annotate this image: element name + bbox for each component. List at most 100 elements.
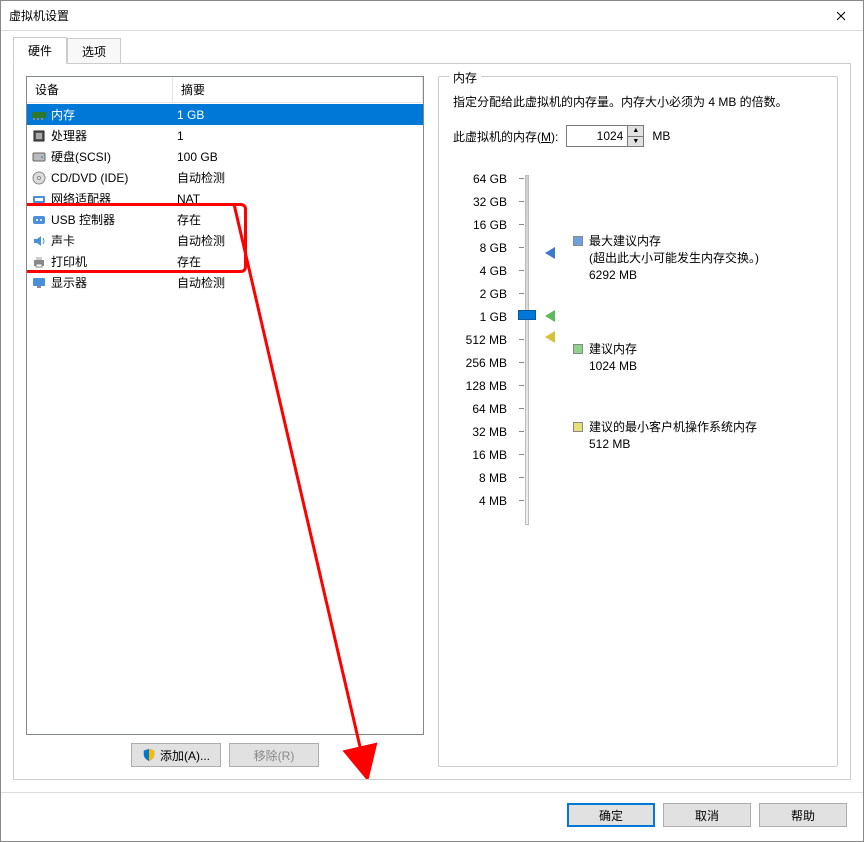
device-summary: 1	[173, 129, 423, 143]
ok-button[interactable]: 确定	[567, 803, 655, 827]
col-header-device[interactable]: 设备	[27, 77, 173, 103]
device-name: CD/DVD (IDE)	[51, 171, 128, 185]
device-summary: 1 GB	[173, 108, 423, 122]
device-row-memory[interactable]: 内存 1 GB	[27, 104, 423, 125]
device-name: 打印机	[51, 253, 87, 270]
slider-tick	[519, 270, 524, 271]
legend-max-square-icon	[573, 236, 583, 246]
memory-slider[interactable]	[525, 175, 529, 525]
device-summary: 存在	[173, 211, 423, 228]
device-row-sound[interactable]: 声卡自动检测	[27, 230, 423, 251]
device-name: 显示器	[51, 274, 87, 291]
marker-rec-icon	[545, 310, 555, 322]
slider-tick	[519, 408, 524, 409]
marker-min-icon	[545, 331, 555, 343]
memory-input-label: 此虚拟机的内存(M):	[453, 128, 558, 145]
remove-button: 移除(R)	[229, 743, 319, 767]
device-list-header: 设备 摘要	[27, 77, 423, 104]
device-name: 内存	[51, 106, 75, 123]
slider-tick	[519, 385, 524, 386]
legend-min-value: 512 MB	[589, 436, 757, 453]
device-summary: 存在	[173, 253, 423, 270]
device-row-usb[interactable]: USB 控制器存在	[27, 209, 423, 230]
slider-tick	[519, 224, 524, 225]
vm-settings-window: 虚拟机设置 硬件 选项 设备 摘要 内存 1 GB 处理器 1 硬盘(SCSI)100 …	[0, 0, 864, 842]
slider-tick-label: 32 MB	[472, 420, 507, 443]
tab-hardware[interactable]: 硬件	[13, 37, 67, 64]
hardware-panel: 设备 摘要 内存1 GB处理器1硬盘(SCSI)100 GBCD/DVD (ID…	[13, 63, 851, 780]
memory-icon	[31, 107, 47, 123]
slider-tick	[519, 293, 524, 294]
legend-min-square-icon	[573, 422, 583, 432]
memory-spinner[interactable]: ▲ ▼	[566, 125, 644, 147]
device-summary: 自动检测	[173, 232, 423, 249]
display-icon	[31, 275, 47, 291]
slider-tick-label: 4 GB	[480, 259, 507, 282]
slider-tick	[519, 178, 524, 179]
device-summary: 100 GB	[173, 150, 423, 164]
slider-tick-label: 16 GB	[473, 213, 507, 236]
memory-slider-area: 64 GB32 GB16 GB8 GB4 GB2 GB1 GB512 MB256…	[453, 167, 823, 512]
slider-thumb[interactable]	[518, 310, 536, 320]
marker-column	[545, 167, 565, 512]
marker-max-icon	[545, 247, 555, 259]
slider-tick-label: 8 GB	[480, 236, 507, 259]
memory-unit: MB	[652, 129, 670, 143]
slider-tick-label: 1 GB	[480, 305, 507, 328]
device-name: 处理器	[51, 127, 87, 144]
legend-max-value: 6292 MB	[589, 267, 759, 284]
device-list[interactable]: 设备 摘要 内存1 GB处理器1硬盘(SCSI)100 GBCD/DVD (ID…	[26, 76, 424, 735]
slider-tick-label: 256 MB	[466, 351, 507, 374]
slider-tick	[519, 500, 524, 501]
left-panel: 设备 摘要 内存1 GB处理器1硬盘(SCSI)100 GBCD/DVD (ID…	[26, 76, 424, 767]
slider-tick-label: 4 MB	[479, 489, 507, 512]
dialog-body: 硬件 选项 设备 摘要 内存1 GB处理器1硬盘(SCSI)100 GBCD/D…	[1, 31, 863, 792]
spinner-buttons: ▲ ▼	[627, 126, 643, 146]
device-buttons: 添加(A)... 移除(R)	[26, 743, 424, 767]
spinner-up[interactable]: ▲	[628, 126, 643, 137]
disk-icon	[31, 149, 47, 165]
cd-icon	[31, 170, 47, 186]
memory-input-row: 此虚拟机的内存(M): ▲ ▼ MB	[453, 125, 823, 147]
device-summary: NAT	[173, 192, 423, 206]
titlebar: 虚拟机设置	[1, 1, 863, 31]
col-header-summary[interactable]: 摘要	[173, 77, 423, 103]
slider-tick	[519, 431, 524, 432]
dialog-footer: 确定 取消 帮助	[1, 792, 863, 841]
legend-rec-value: 1024 MB	[589, 358, 637, 375]
legend-min-label: 建议的最小客户机操作系统内存	[589, 419, 757, 436]
slider-tick	[519, 339, 524, 340]
tab-options[interactable]: 选项	[67, 38, 121, 64]
cancel-button[interactable]: 取消	[663, 803, 751, 827]
legend-rec-label: 建议内存	[589, 341, 637, 358]
device-name: 网络适配器	[51, 190, 111, 207]
legend-max: 最大建议内存 (超出此大小可能发生内存交换。) 6292 MB	[573, 233, 759, 283]
help-button[interactable]: 帮助	[759, 803, 847, 827]
device-row-cpu[interactable]: 处理器 1	[27, 125, 423, 146]
slider-tick-label: 16 MB	[472, 443, 507, 466]
slider-tick-label: 8 MB	[479, 466, 507, 489]
device-row-display[interactable]: 显示器自动检测	[27, 272, 423, 293]
legend-min: 建议的最小客户机操作系统内存 512 MB	[573, 419, 757, 453]
device-row-network[interactable]: 网络适配器 NAT	[27, 188, 423, 209]
slider-tick-label: 64 MB	[472, 397, 507, 420]
tab-strip: 硬件 选项	[13, 39, 851, 63]
slider-tick-label: 512 MB	[466, 328, 507, 351]
spinner-down[interactable]: ▼	[628, 137, 643, 147]
device-row-disk[interactable]: 硬盘(SCSI)100 GB	[27, 146, 423, 167]
device-row-cd[interactable]: CD/DVD (IDE) 自动检测	[27, 167, 423, 188]
memory-panel: 内存 指定分配给此虚拟机的内存量。内存大小必须为 4 MB 的倍数。 此虚拟机的…	[438, 76, 838, 767]
legend-column: 最大建议内存 (超出此大小可能发生内存交换。) 6292 MB 建议内存 102…	[573, 167, 823, 512]
memory-desc: 指定分配给此虚拟机的内存量。内存大小必须为 4 MB 的倍数。	[453, 93, 823, 111]
add-button[interactable]: 添加(A)...	[131, 743, 221, 767]
slider-track-wrap	[515, 167, 537, 512]
slider-tick-labels: 64 GB32 GB16 GB8 GB4 GB2 GB1 GB512 MB256…	[453, 167, 507, 512]
device-summary: 自动检测	[173, 169, 423, 186]
device-row-printer[interactable]: 打印机 存在	[27, 251, 423, 272]
slider-tick	[519, 362, 524, 363]
window-title: 虚拟机设置	[9, 7, 69, 24]
memory-input[interactable]	[567, 126, 627, 146]
legend-max-note: (超出此大小可能发生内存交换。)	[589, 250, 759, 267]
legend-rec-square-icon	[573, 344, 583, 354]
close-button[interactable]	[818, 1, 863, 30]
